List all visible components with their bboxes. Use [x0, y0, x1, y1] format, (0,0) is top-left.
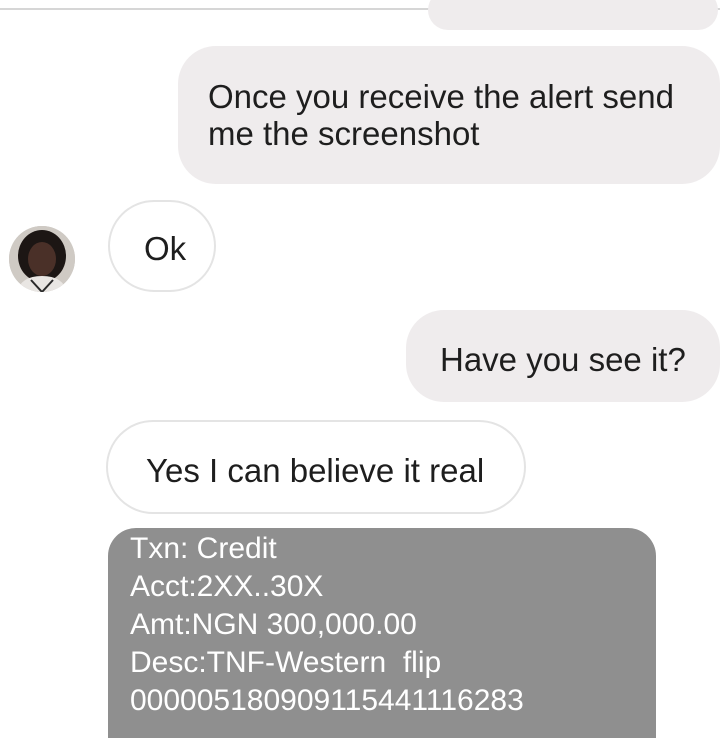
message-text: Once you receive the alert send me the s… — [208, 78, 674, 152]
alert-account-line: Acct:2XX..30X — [130, 570, 324, 603]
sent-message-bubble[interactable]: Once you receive the alert send me the s… — [178, 46, 720, 184]
contact-avatar[interactable] — [9, 226, 75, 292]
alert-amount-line: Amt:NGN 300,000.00 — [130, 608, 417, 641]
sent-message-bubble[interactable]: Have you see it? — [406, 310, 720, 402]
alert-reference-line: 00000518090911544111​6283 — [130, 684, 524, 717]
avatar-image — [9, 226, 75, 292]
alert-description-line: Desc:TNF-Western flip — [130, 646, 442, 679]
message-text: Ok — [144, 230, 187, 267]
received-message-bubble[interactable]: Yes I can believe it real — [106, 420, 526, 514]
bank-alert-screenshot[interactable]: Txn: Credit Acct:2XX..30X Amt:NGN 300,00… — [108, 528, 656, 738]
previous-message-bubble[interactable] — [428, 0, 718, 30]
alert-txn-line: Txn: Credit — [130, 532, 277, 565]
message-text: Have you see it? — [440, 341, 686, 378]
message-text: Yes I can believe it real — [146, 452, 485, 489]
received-message-bubble[interactable]: Ok — [108, 200, 216, 292]
